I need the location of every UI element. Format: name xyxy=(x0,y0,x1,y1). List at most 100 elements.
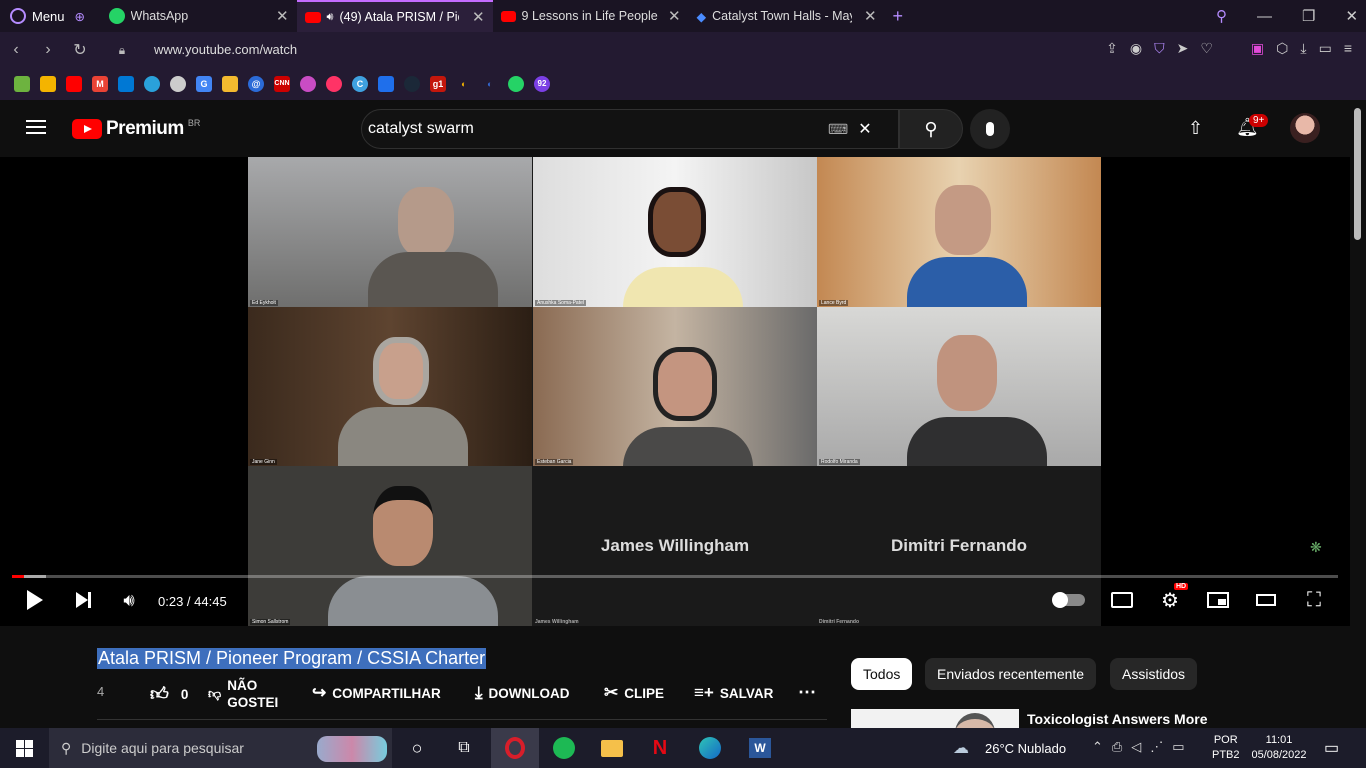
bookmark-c-icon[interactable]: C xyxy=(352,76,368,92)
tab-whatsapp[interactable]: WhatsApp ✕ xyxy=(101,0,297,32)
forward-icon[interactable]: › xyxy=(32,41,64,59)
language-indicator[interactable]: POR PTB2 xyxy=(1212,733,1240,763)
notification-center-icon[interactable]: ▭ xyxy=(1324,738,1339,758)
progress-bar[interactable] xyxy=(12,575,1338,578)
bookmark-at-icon[interactable]: @ xyxy=(248,76,264,92)
tab-youtube-lessons[interactable]: 9 Lessons in Life People Le ✕ xyxy=(493,0,689,32)
system-tray-icons[interactable]: ⌃⎙◁⋰▭ xyxy=(1092,739,1194,755)
video-player[interactable]: Ed Eykholt Anushka Soma-Patel Lance Byrd… xyxy=(0,157,1350,626)
avatar[interactable] xyxy=(1290,113,1320,143)
close-window-icon[interactable]: ✕ xyxy=(1345,7,1358,25)
close-tab-icon[interactable]: ✕ xyxy=(472,8,485,26)
lock-icon[interactable]: 🔒︎ xyxy=(106,43,138,58)
close-tab-icon[interactable]: ✕ xyxy=(668,7,681,25)
extension-icon[interactable]: ▣ xyxy=(1251,40,1264,57)
weather-text[interactable]: 26°C Nublado xyxy=(985,741,1066,756)
next-video-button[interactable] xyxy=(72,587,94,613)
snapshot-icon[interactable]: ◉ xyxy=(1130,40,1142,57)
restore-icon[interactable]: ❐ xyxy=(1302,7,1315,25)
download-button[interactable]: ⤓ DOWNLOAD xyxy=(475,683,570,703)
play-button[interactable] xyxy=(24,587,46,613)
recommended-video-title[interactable]: Toxicologist Answers More xyxy=(1027,711,1207,727)
taskbar-opera[interactable] xyxy=(491,728,539,768)
cortana-icon[interactable]: ○ xyxy=(405,736,429,760)
search-input[interactable] xyxy=(368,120,828,138)
close-tab-icon[interactable]: ✕ xyxy=(276,7,289,25)
download-icon[interactable]: ⤓ xyxy=(1300,40,1306,57)
tab-catalyst[interactable]: ◆ Catalyst Town Halls - May 2 ✕ xyxy=(689,0,885,32)
bookmark-telegram-icon[interactable] xyxy=(144,76,160,92)
like-button[interactable]: 👍︎ 0 xyxy=(150,683,188,705)
easy-setup-icon[interactable]: ≡ xyxy=(1344,40,1352,57)
bookmark-92-icon[interactable]: 92 xyxy=(534,76,550,92)
speaker-icon[interactable]: 🔊︎ xyxy=(327,11,334,24)
youtube-premium-logo[interactable]: Premium BR xyxy=(72,118,200,140)
bookmark-whatsapp-icon[interactable] xyxy=(508,76,524,92)
settings-button[interactable]: ⚙︎ HD xyxy=(1158,583,1189,613)
chip-all[interactable]: Todos xyxy=(851,658,913,690)
search-tabs-icon[interactable]: ⚲ xyxy=(1216,7,1227,25)
minimize-icon[interactable]: — xyxy=(1257,8,1272,25)
taskbar-netflix[interactable]: N xyxy=(648,736,672,760)
share-page-icon[interactable]: ⇪ xyxy=(1106,40,1118,57)
opera-menu-button[interactable]: Menu xyxy=(0,0,75,32)
video-thumbnail[interactable] xyxy=(851,709,1019,728)
task-view-icon[interactable]: ⧉ xyxy=(452,736,476,760)
bookmark-steam-icon[interactable] xyxy=(404,76,420,92)
bookmark-pink-icon[interactable] xyxy=(326,76,342,92)
taskbar-word[interactable]: W xyxy=(748,736,772,760)
taskbar-edge[interactable] xyxy=(698,736,722,760)
bookmark-youtube-icon[interactable] xyxy=(66,76,82,92)
clock[interactable]: 11:01 05/08/2022 xyxy=(1248,733,1310,763)
tab-youtube-active[interactable]: 🔊︎ (49) Atala PRISM / Pion ✕ xyxy=(296,0,493,32)
bookmark-onedrive-icon[interactable] xyxy=(118,76,134,92)
share-button[interactable]: ↪ COMPARTILHAR xyxy=(312,683,441,703)
chip-watched[interactable]: Assistidos xyxy=(1110,658,1198,690)
url-field[interactable]: www.youtube.com/watch xyxy=(154,42,297,57)
bookmark-stack-icon[interactable] xyxy=(378,76,394,92)
subtitles-button[interactable] xyxy=(1110,587,1134,613)
clear-search-icon[interactable]: ✕ xyxy=(858,119,871,139)
battery-icon[interactable]: ▭ xyxy=(1319,40,1332,57)
scrollbar-thumb[interactable] xyxy=(1354,108,1361,240)
dislike-button[interactable]: 👎︎ NÃO GOSTEI xyxy=(208,677,278,711)
keyboard-icon[interactable]: ⌨︎ xyxy=(828,121,848,138)
windows-start-icon[interactable] xyxy=(12,736,36,760)
more-actions-icon[interactable]: ⋯ xyxy=(798,682,816,703)
search-button[interactable]: ⚲ xyxy=(899,109,963,149)
bookmark-cardano2-icon[interactable]: ◐ xyxy=(482,76,498,92)
miniplayer-button[interactable] xyxy=(1206,587,1230,613)
upload-icon[interactable]: ⇧ xyxy=(1188,118,1203,139)
bookmark-pinwheel-icon[interactable] xyxy=(40,76,56,92)
back-icon[interactable]: ‹ xyxy=(0,41,32,59)
bookmark-cnn-icon[interactable]: CNN xyxy=(274,76,290,92)
taskbar-search[interactable]: ⚲ Digite aqui para pesquisar xyxy=(49,728,392,768)
vpn-shield-icon[interactable]: ⛉ xyxy=(1154,40,1165,57)
hamburger-menu-icon[interactable] xyxy=(26,120,46,134)
gamer-icon[interactable]: ⊕ xyxy=(75,0,101,32)
bookmark-cardano-icon[interactable]: ◐ xyxy=(456,76,472,92)
bookmark-leaf-icon[interactable] xyxy=(14,76,30,92)
close-tab-icon[interactable]: ✕ xyxy=(864,7,877,25)
bookmark-g1-icon[interactable]: g1 xyxy=(430,76,446,92)
theater-mode-button[interactable] xyxy=(1254,587,1278,613)
clip-button[interactable]: ✂ CLIPE xyxy=(604,683,664,703)
cloud-icon[interactable]: ☁ xyxy=(953,738,969,758)
chip-recently-uploaded[interactable]: Enviados recentemente xyxy=(925,658,1097,690)
cube-icon[interactable]: ⬡ xyxy=(1276,40,1288,57)
taskbar-spotify[interactable] xyxy=(552,736,576,760)
volume-button[interactable]: 🔊︎ xyxy=(118,587,140,613)
voice-search-button[interactable] xyxy=(970,109,1010,149)
page-scrollbar[interactable] xyxy=(1350,100,1366,728)
save-button[interactable]: ≡+ SALVAR xyxy=(694,683,773,703)
heart-icon[interactable]: ♡ xyxy=(1200,40,1213,57)
autoplay-toggle[interactable] xyxy=(1052,587,1086,613)
fullscreen-button[interactable]: ⛶ xyxy=(1302,587,1326,613)
bookmark-gmail-icon[interactable]: M xyxy=(92,76,108,92)
bookmark-fingerprint-icon[interactable] xyxy=(170,76,186,92)
bookmark-translate-icon[interactable]: G xyxy=(196,76,212,92)
send-icon[interactable]: ➤ xyxy=(1177,40,1189,57)
bookmark-circle-icon[interactable] xyxy=(300,76,316,92)
bookmark-binance-icon[interactable] xyxy=(222,76,238,92)
taskbar-file-explorer[interactable] xyxy=(600,736,624,760)
